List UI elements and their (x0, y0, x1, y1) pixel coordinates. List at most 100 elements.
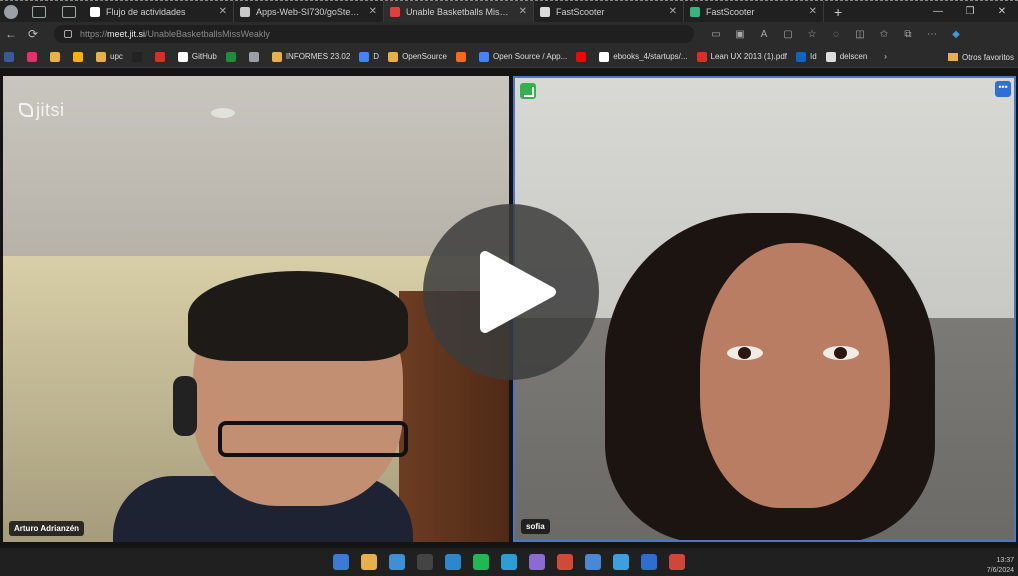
bookmark-item[interactable] (455, 51, 470, 62)
maximize-icon[interactable]: ❐ (954, 1, 986, 23)
connection-signal-icon[interactable] (520, 83, 536, 99)
browser-tab[interactable]: Unable Basketballs Miss W ✕ (384, 0, 534, 23)
favorites-icon[interactable]: ✩ (872, 29, 896, 40)
participant-eye (823, 346, 859, 360)
toolbar-icons: ▭ ▣ A ▢ ☆ ◌ ◫ ✩ ⧉ ⋯ ◆ (704, 29, 968, 40)
tab-close-icon[interactable]: ✕ (369, 6, 377, 17)
bookmark-label: OpenSource (402, 52, 447, 61)
bookmark-item[interactable]: upc (96, 51, 123, 62)
bookmark-label: ebooks_4/startups/... (613, 52, 688, 61)
menu-icon[interactable]: ⋯ (920, 29, 944, 40)
taskbar-app-icon[interactable] (641, 554, 657, 570)
bookmark-item[interactable]: Open Source / App... (478, 51, 567, 62)
jitsi-brand: jitsi (36, 100, 65, 120)
bookmark-item[interactable] (27, 51, 41, 62)
collections-icon[interactable]: ⧉ (896, 29, 920, 40)
other-favorites[interactable]: Otros favoritos (947, 46, 1014, 67)
read-aloud-icon[interactable]: A (752, 29, 776, 40)
taskbar-app-icon[interactable] (361, 554, 377, 570)
bookmark-favicon-icon (50, 51, 60, 62)
taskbar-app-icon[interactable] (557, 554, 573, 570)
tab-close-icon[interactable]: ✕ (519, 6, 527, 17)
tab-label: Flujo de actividades (106, 6, 186, 17)
participant-name-tag: Arturo Adrianzén (9, 521, 85, 536)
back-icon[interactable]: ← (0, 27, 22, 41)
tab-strip: Flujo de actividades ✕ Apps-Web-SI730/goSt… (0, 0, 1018, 23)
tab-label: Unable Basketballs Miss W (406, 6, 513, 17)
bookmark-item[interactable] (50, 51, 64, 62)
taskbar-app-icon[interactable] (669, 554, 685, 570)
bookmark-label: GitHub (191, 52, 217, 61)
bookmark-item[interactable]: delscen (825, 51, 867, 62)
bookmark-item[interactable] (248, 51, 263, 62)
app-available-icon[interactable]: ▣ (728, 29, 752, 40)
play-button[interactable] (423, 204, 599, 380)
new-tab-button[interactable]: + (834, 4, 842, 20)
copilot-icon[interactable]: ◆ (944, 29, 968, 40)
favorite-star-icon[interactable]: ☆ (800, 29, 824, 40)
bookmark-item[interactable] (4, 51, 18, 62)
participant-eye (727, 346, 763, 360)
bookmark-item[interactable] (73, 51, 87, 62)
bookmark-item[interactable]: Id (796, 51, 817, 62)
bookmark-item[interactable] (154, 51, 169, 62)
browser-tab[interactable]: Apps-Web-SI730/goSteel-Landi ✕ (234, 0, 384, 23)
bookmark-favicon-icon (96, 51, 106, 62)
taskbar-app-icon[interactable] (333, 554, 349, 570)
lock-icon[interactable] (64, 30, 72, 38)
taskbar-app-icon[interactable] (473, 554, 489, 570)
taskbar-app-icon[interactable] (585, 554, 601, 570)
url-scheme: https:// (80, 29, 108, 39)
browser-tab[interactable]: FastScooter ✕ (684, 0, 824, 23)
bookmark-favicon-icon (796, 51, 807, 62)
bookmark-item[interactable]: GitHub (177, 51, 217, 62)
tab-favicon-icon (90, 6, 100, 17)
profile-avatar[interactable] (4, 4, 18, 19)
bookmark-favicon-icon (154, 51, 165, 62)
taskbar-app-icon[interactable] (613, 554, 629, 570)
url-input[interactable]: https://meet.jit.si/UnableBasketballsMis… (54, 25, 694, 43)
tab-favicon-icon (390, 6, 400, 17)
bookmark-item[interactable]: INFORMES 23.02 (271, 51, 350, 62)
taskbar-app-icon[interactable] (389, 554, 405, 570)
participant-hair (188, 271, 408, 361)
tab-close-icon[interactable]: ✕ (219, 6, 227, 17)
bookmark-label: Id (810, 52, 817, 61)
bookmark-favicon-icon (696, 51, 707, 62)
tab-close-icon[interactable]: ✕ (669, 6, 677, 17)
bookmark-item[interactable] (576, 51, 590, 62)
bookmark-favicon-icon (271, 51, 282, 62)
bookmark-item[interactable] (131, 51, 146, 62)
bookmarks-overflow-icon[interactable]: › (884, 52, 887, 61)
minimize-icon[interactable]: — (922, 1, 954, 23)
taskbar-app-icon[interactable] (529, 554, 545, 570)
extension-icon[interactable]: ▢ (776, 29, 800, 40)
vertical-tabs-icon[interactable] (62, 5, 76, 18)
headset (173, 376, 197, 436)
refresh-extension-icon[interactable]: ◌ (824, 29, 848, 40)
tab-actions-icon[interactable] (32, 5, 46, 18)
bookmark-favicon-icon (599, 51, 610, 62)
browser-tab[interactable]: Flujo de actividades ✕ (84, 0, 234, 23)
close-window-icon[interactable]: ✕ (986, 1, 1018, 23)
tab-favicon-icon (540, 6, 550, 17)
jitsi-logo[interactable]: jitsi (19, 100, 65, 121)
clock-time: 13:37 (996, 557, 1014, 564)
bookmark-item[interactable]: Lean UX 2013 (1).pdf (696, 51, 787, 62)
taskbar-app-icon[interactable] (417, 554, 433, 570)
tab-close-icon[interactable]: ✕ (809, 6, 817, 17)
bookmark-item[interactable] (225, 51, 240, 62)
taskbar-app-icon[interactable] (445, 554, 461, 570)
bookmark-item[interactable]: D (359, 51, 379, 62)
taskbar: 13:37 7/6/2024 (0, 548, 1018, 576)
camera-icon[interactable]: ▭ (704, 29, 728, 40)
browser-tab[interactable]: FastScooter ✕ (534, 0, 684, 23)
bookmark-item[interactable]: OpenSource (388, 51, 447, 62)
more-options-button[interactable]: ••• (995, 81, 1011, 97)
split-screen-icon[interactable]: ◫ (848, 29, 872, 40)
system-clock[interactable]: 13:37 7/6/2024 (987, 556, 1014, 576)
reload-icon[interactable]: ⟳ (22, 27, 44, 41)
bookmark-item[interactable]: ebooks_4/startups/... (599, 51, 688, 62)
tab-favicon-icon (240, 6, 250, 17)
taskbar-app-icon[interactable] (501, 554, 517, 570)
